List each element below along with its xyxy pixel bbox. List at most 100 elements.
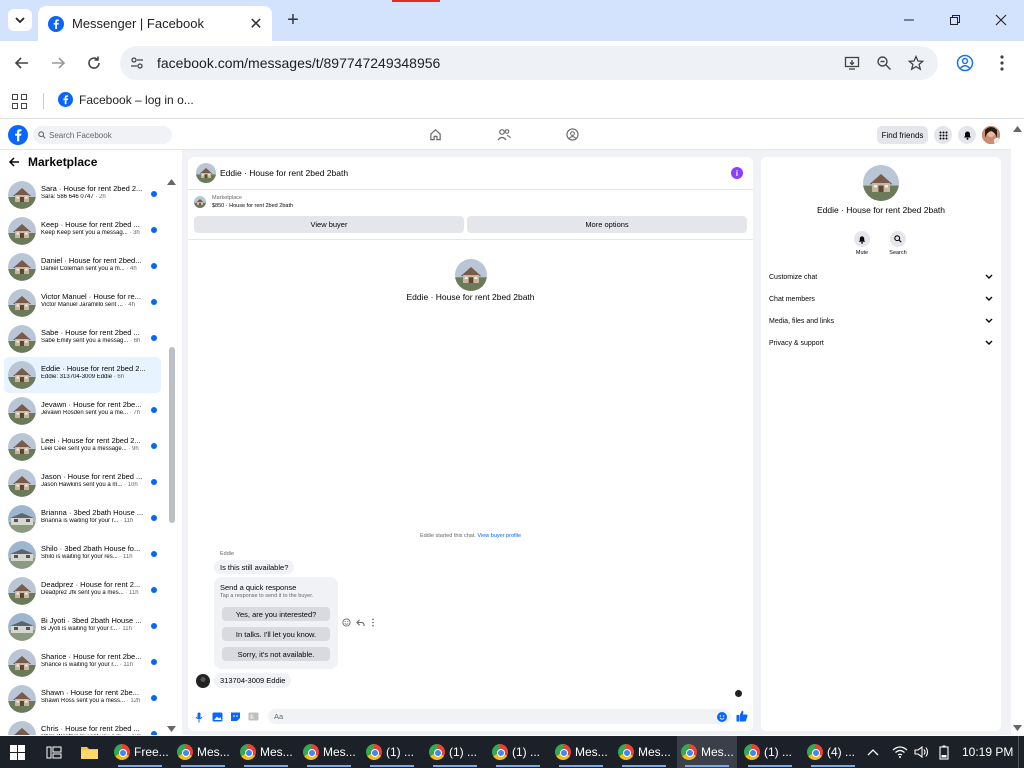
- account-chevron-icon[interactable]: [994, 138, 1000, 144]
- conversation-item[interactable]: Jevawn · House for rent 2be... Jevawn Ros…: [4, 393, 161, 429]
- facebook-search-input[interactable]: Search Facebook: [33, 126, 172, 144]
- chat-avatar[interactable]: [196, 163, 216, 183]
- section-media-files-links[interactable]: Media, files and links: [769, 314, 993, 328]
- bookmark-facebook[interactable]: Facebook – log in o...: [58, 92, 194, 107]
- conversation-item[interactable]: Leei · House for rent 2bed 2... Leei Ceei…: [4, 429, 161, 465]
- message-bubble-2[interactable]: 313704-3009 Eddie: [214, 673, 292, 688]
- tray-overflow-icon[interactable]: [867, 748, 879, 756]
- taskbar-chrome-window[interactable]: (1) ...: [362, 736, 422, 768]
- search-in-chat-button[interactable]: Search: [883, 231, 913, 256]
- taskbar-chrome-window[interactable]: Mes...: [299, 736, 359, 768]
- browser-menu-icon[interactable]: [994, 54, 1010, 72]
- scroll-down-icon[interactable]: [167, 726, 176, 732]
- taskbar-chrome-window[interactable]: Mes...: [614, 736, 674, 768]
- tab-search-button[interactable]: [8, 9, 32, 31]
- section-customize-chat[interactable]: Customize chat: [769, 270, 993, 284]
- scroll-up-icon[interactable]: [1013, 126, 1022, 132]
- profile-icon[interactable]: [956, 54, 974, 72]
- scroll-down-icon[interactable]: [1013, 725, 1022, 731]
- apps-grid-icon[interactable]: [12, 94, 27, 109]
- taskbar-chrome-window[interactable]: Free...: [110, 736, 170, 768]
- install-app-icon[interactable]: [844, 55, 860, 71]
- info-icon[interactable]: i: [731, 167, 743, 179]
- taskbar-chrome-window[interactable]: (4) ...: [803, 736, 863, 768]
- conversation-item[interactable]: Keep · House for rent 2bed ... Keep Keep …: [4, 213, 161, 249]
- conversation-item[interactable]: Bi Jyoti · 3bed 2bath House ... Bi Jyoti …: [4, 609, 161, 645]
- address-bar[interactable]: facebook.com/messages/t/897747249348956: [120, 46, 938, 80]
- file-explorer-icon[interactable]: [81, 745, 98, 759]
- chat-title[interactable]: Eddie · House for rent 2bed 2bath: [220, 168, 348, 178]
- friends-icon[interactable]: [497, 128, 511, 141]
- minimize-button[interactable]: [894, 8, 924, 32]
- show-desktop-button[interactable]: [1018, 736, 1024, 768]
- taskbar-chrome-window[interactable]: Mes...: [677, 736, 737, 768]
- restore-button[interactable]: [940, 8, 970, 32]
- message-input[interactable]: Aa: [268, 709, 731, 724]
- groups-icon[interactable]: [566, 128, 579, 141]
- view-buyer-button[interactable]: View buyer: [194, 216, 464, 233]
- scroll-up-icon[interactable]: [167, 179, 176, 185]
- bookmark-star-icon[interactable]: [908, 55, 924, 71]
- view-buyer-profile-link[interactable]: View buyer profile: [477, 533, 521, 539]
- quick-reply-in-talks[interactable]: In talks. I'll let you know.: [222, 627, 330, 641]
- sticker-icon[interactable]: [230, 711, 241, 722]
- list-scrollbar-thumb[interactable]: [169, 347, 175, 523]
- clock[interactable]: 10:19 PM: [962, 745, 1013, 759]
- browser-tab-messenger[interactable]: Messenger | Facebook ✕: [38, 6, 272, 41]
- conversation-item[interactable]: Jason · House for rent 2bed ... Jason Haw…: [4, 465, 161, 501]
- message-bubble[interactable]: Is this still available?: [214, 560, 295, 574]
- taskbar-chrome-window[interactable]: Mes...: [236, 736, 296, 768]
- photo-icon[interactable]: [212, 711, 223, 722]
- conversation-item[interactable]: Eddie · House for rent 2bed 2... Eddie: 3…: [4, 357, 161, 393]
- forward-button[interactable]: [47, 52, 69, 74]
- url-text[interactable]: facebook.com/messages/t/897747249348956: [157, 55, 440, 71]
- taskbar-chrome-window[interactable]: (1) ...: [740, 736, 800, 768]
- like-thumbs-up-icon[interactable]: [736, 710, 748, 722]
- conversation-item[interactable]: Brianna · 3bed 2bath House ... Brianna is…: [4, 501, 161, 537]
- taskbar-chrome-window[interactable]: Mes...: [551, 736, 611, 768]
- volume-icon[interactable]: [914, 746, 930, 758]
- conversation-item[interactable]: Victor Manuel · House for re... Victor Ma…: [4, 285, 161, 321]
- site-info-icon[interactable]: [130, 56, 144, 70]
- back-button[interactable]: [11, 52, 33, 74]
- close-window-button[interactable]: [986, 8, 1016, 32]
- battery-icon[interactable]: [939, 745, 949, 760]
- more-options-button[interactable]: More options: [467, 216, 747, 233]
- page-scrollbar[interactable]: [1011, 120, 1024, 735]
- conversation-item[interactable]: Shawn · House for rent 2be... Shawn Ross …: [4, 681, 161, 717]
- taskbar-chrome-window[interactable]: Mes...: [173, 736, 233, 768]
- microphone-icon[interactable]: [195, 712, 203, 723]
- reply-icon[interactable]: [356, 618, 365, 627]
- conversation-item[interactable]: Daniel · House for rent 2bed... Daniel Co…: [4, 249, 161, 285]
- zoom-icon[interactable]: [876, 55, 892, 71]
- conversation-item[interactable]: Sabe · House for rent 2bed ... Sabe Emily…: [4, 321, 161, 357]
- gif-icon[interactable]: [248, 711, 259, 722]
- taskbar-chrome-window[interactable]: (1) ...: [425, 736, 485, 768]
- task-view-icon[interactable]: [46, 745, 62, 760]
- back-arrow-icon[interactable]: [8, 156, 20, 168]
- conversation-item[interactable]: Sara · House for rent 2bed 2... Sara: 586…: [4, 177, 161, 213]
- quick-reply-not-available[interactable]: Sorry, it's not available.: [222, 647, 330, 661]
- quick-reply-yes[interactable]: Yes, are you interested?: [222, 607, 330, 621]
- more-icon[interactable]: [371, 618, 375, 627]
- mute-button[interactable]: Mute: [847, 231, 877, 256]
- wifi-icon[interactable]: [892, 746, 908, 758]
- conversation-item[interactable]: Chris · House for rent 2bed ...Chris Wes…: [4, 717, 161, 735]
- home-icon[interactable]: [429, 128, 442, 141]
- section-privacy-support[interactable]: Privacy & support: [769, 336, 993, 350]
- conversation-item[interactable]: Deadprez · House for rent 2... Deadprez J…: [4, 573, 161, 609]
- find-friends-button[interactable]: Find friends: [877, 126, 928, 144]
- windows-start-icon[interactable]: [10, 745, 25, 760]
- sender-avatar[interactable]: [196, 674, 210, 688]
- facebook-logo-icon[interactable]: [8, 125, 28, 145]
- section-chat-members[interactable]: Chat members: [769, 292, 993, 306]
- reload-button[interactable]: [83, 52, 105, 74]
- taskbar-chrome-window[interactable]: (1) ...: [488, 736, 548, 768]
- conversation-item[interactable]: Shilo · 3bed 2bath House fo... Shilo is w…: [4, 537, 161, 573]
- menu-button[interactable]: [934, 126, 952, 144]
- react-emoji-icon[interactable]: [342, 618, 351, 627]
- notifications-button[interactable]: [958, 126, 976, 144]
- conversation-item[interactable]: Sharice · House for rent 2be... Sharice i…: [4, 645, 161, 681]
- close-tab-icon[interactable]: ✕: [246, 14, 266, 34]
- new-tab-button[interactable]: +: [282, 9, 304, 32]
